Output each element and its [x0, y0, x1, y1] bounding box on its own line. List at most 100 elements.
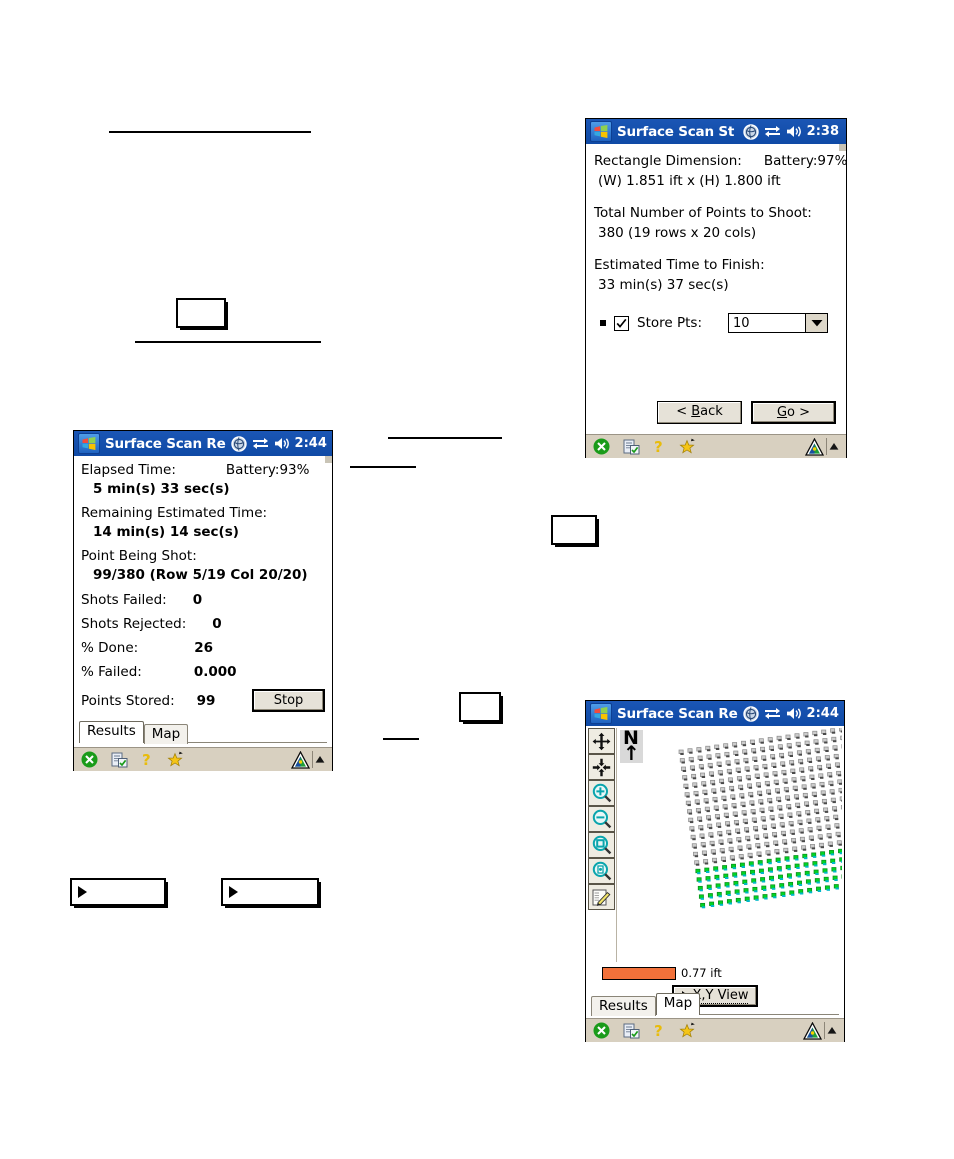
activesync-icon[interactable] [230, 435, 247, 452]
volume-icon[interactable] [786, 125, 802, 138]
tab-bar: Results Map [591, 993, 839, 1016]
result-row: % Failed: 0.000 [81, 664, 325, 680]
rectangle-dimension-value: (W) 1.851 ift x (H) 1.800 ift [598, 173, 781, 189]
chevron-down-icon[interactable] [806, 313, 828, 333]
surface-scan-map-window: Surface Scan Re 2:44 N ↑ 0.77 ift X,Y Vi… [585, 700, 845, 1042]
map-toolbar [588, 728, 615, 910]
app-icon[interactable] [803, 1021, 822, 1040]
rectangle-dimension-label: Rectangle Dimension: [594, 153, 742, 169]
taskbar: ? [74, 747, 332, 771]
favorites-icon[interactable] [167, 751, 187, 768]
annotation-line-1 [109, 131, 311, 133]
clock: 2:44 [806, 706, 839, 721]
zoom-extents-icon[interactable] [588, 832, 615, 858]
map-body: N ↑ 0.77 ift X,Y View Results Map [586, 726, 844, 1018]
percent-done-value: 26 [194, 640, 213, 656]
annotation-box-1 [176, 298, 226, 328]
results-body: Elapsed Time: Battery:93% 5 min(s) 33 se… [74, 456, 332, 747]
shots-failed-value: 0 [192, 592, 203, 608]
taskbar-right [803, 1021, 837, 1040]
favorites-icon[interactable] [679, 438, 699, 455]
up-arrow-icon[interactable] [829, 442, 839, 451]
up-arrow-icon[interactable] [315, 755, 325, 764]
taskbar-right [805, 437, 839, 456]
annotation-line-2 [135, 341, 321, 343]
remaining-time-value: 14 min(s) 14 sec(s) [93, 524, 239, 540]
activesync-icon[interactable] [742, 123, 759, 140]
tasks-icon[interactable] [623, 439, 640, 455]
point-being-shot-value: 99/380 (Row 5/19 Col 20/20) [93, 567, 308, 583]
edit-notes-icon[interactable] [588, 884, 615, 910]
center-icon[interactable] [588, 754, 615, 780]
result-row: Points Stored: 99 Stop [81, 689, 325, 712]
volume-icon[interactable] [274, 437, 290, 450]
titlebar-icons: 2:44 [230, 435, 330, 452]
shots-rejected-label: Shots Rejected: [81, 616, 187, 632]
pan-icon[interactable] [588, 728, 615, 754]
scale-bar-row: 0.77 ift [602, 966, 722, 980]
connectivity-icon[interactable] [764, 707, 781, 720]
help-icon[interactable]: ? [653, 1022, 666, 1039]
start-icon[interactable] [78, 433, 100, 454]
tab-results[interactable]: Results [591, 996, 656, 1016]
store-pts-checkbox[interactable] [614, 315, 629, 331]
battery-status: Battery:93% [225, 462, 310, 478]
zoom-out-icon[interactable] [588, 806, 615, 832]
points-to-shoot-label: Total Number of Points to Shoot: [594, 205, 812, 221]
app-icon[interactable] [805, 437, 824, 456]
surface-scan-results-window: Surface Scan Re 2:44 Elapsed Time: Batte… [73, 430, 333, 771]
up-arrow-icon[interactable] [827, 1026, 837, 1035]
remaining-time-label: Remaining Estimated Time: [81, 505, 268, 521]
start-icon[interactable] [590, 121, 612, 142]
tasks-icon[interactable] [111, 752, 128, 768]
divider [824, 1022, 825, 1039]
connectivity-icon[interactable] [252, 437, 269, 450]
window-title: Surface Scan Re [105, 435, 226, 452]
zoom-in-icon[interactable] [588, 780, 615, 806]
svg-text:?: ? [142, 751, 151, 768]
zoom-point-icon[interactable] [588, 858, 615, 884]
stop-button[interactable]: Stop [252, 689, 325, 712]
result-row: % Done: 26 [81, 640, 325, 656]
titlebar: Surface Scan St 2:38 [586, 119, 846, 144]
elapsed-time-label: Elapsed Time: [81, 462, 176, 478]
tab-map[interactable]: Map [143, 724, 189, 744]
annotation-box-2 [551, 515, 597, 545]
app-icon[interactable] [291, 750, 310, 769]
tasks-icon[interactable] [623, 1023, 640, 1039]
taskbar: ? [586, 434, 846, 458]
titlebar: Surface Scan Re 2:44 [74, 431, 332, 456]
close-icon[interactable] [81, 751, 98, 768]
connectivity-icon[interactable] [764, 125, 781, 138]
tab-rail [188, 721, 327, 743]
close-icon[interactable] [593, 1022, 610, 1039]
back-button[interactable]: < Back [657, 401, 742, 424]
svg-text:?: ? [654, 438, 663, 455]
result-row: Shots Rejected: 0 [81, 616, 325, 632]
store-pts-input[interactable]: 10 [728, 313, 806, 333]
setup-body: Rectangle Dimension: Battery:97% (W) 1.8… [586, 144, 847, 434]
favorites-icon[interactable] [679, 1022, 699, 1039]
annotation-box-arrow-1 [70, 878, 166, 906]
tab-map[interactable]: Map [655, 993, 701, 1015]
map-canvas[interactable]: N ↑ [616, 728, 842, 962]
window-title: Surface Scan Re [617, 705, 738, 722]
tab-results[interactable]: Results [79, 721, 144, 743]
activesync-icon[interactable] [742, 705, 759, 722]
result-row: Shots Failed: 0 [81, 592, 325, 608]
start-icon[interactable] [590, 703, 612, 724]
close-icon[interactable] [593, 438, 610, 455]
titlebar: Surface Scan Re 2:44 [586, 701, 844, 726]
annotation-line-5 [383, 738, 419, 740]
annotation-box-arrow-2 [221, 878, 319, 906]
scroll-corner [325, 456, 332, 463]
expander-icon[interactable] [600, 320, 606, 326]
document-page: Surface Scan St 2:38 Rectangle Dimension… [0, 0, 954, 1159]
store-pts-combo[interactable]: 10 [728, 313, 828, 333]
volume-icon[interactable] [786, 707, 802, 720]
annotation-line-4 [350, 466, 416, 468]
help-icon[interactable]: ? [653, 438, 666, 455]
divider [826, 438, 827, 455]
help-icon[interactable]: ? [141, 751, 154, 768]
go-button[interactable]: Go > [751, 401, 836, 424]
